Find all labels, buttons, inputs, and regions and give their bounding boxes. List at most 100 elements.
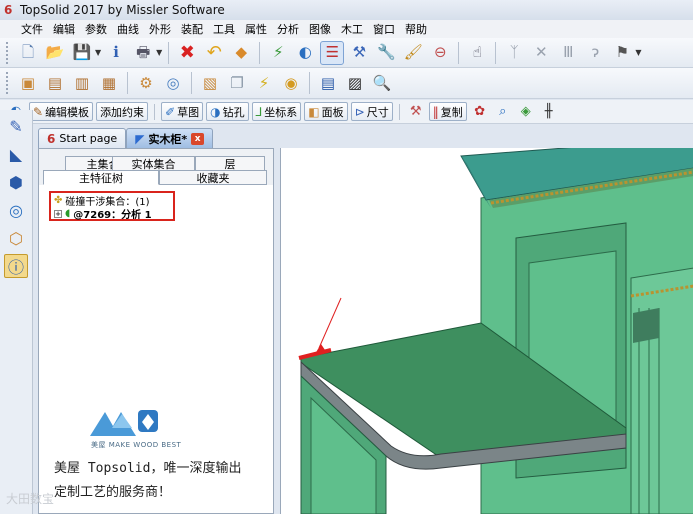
- delete-icon[interactable]: ✖: [175, 41, 199, 65]
- menu-help[interactable]: 帮助: [400, 21, 432, 37]
- flag-tool-icon[interactable]: ⚑: [610, 41, 634, 65]
- save-icon[interactable]: 💾: [70, 41, 94, 65]
- menu-window[interactable]: 窗口: [368, 21, 400, 37]
- drawer-tool-icon[interactable]: ▥: [70, 71, 94, 95]
- sketch-button[interactable]: ✐ 草图: [161, 102, 204, 121]
- assembly-tool-icon[interactable]: ◎: [161, 71, 185, 95]
- list-tool-icon[interactable]: ▤: [316, 71, 340, 95]
- sketch-mode-icon[interactable]: ✎: [4, 114, 28, 138]
- separator: [458, 41, 460, 64]
- document-icon: ◤: [135, 131, 145, 146]
- info-icon[interactable]: ℹ: [104, 41, 128, 65]
- tool-icon[interactable]: ⚒: [406, 102, 426, 121]
- tab-start-page[interactable]: 6 Start page: [38, 128, 127, 148]
- copy-button[interactable]: ‖ 复制: [428, 102, 467, 121]
- app-logo-icon: 6: [4, 3, 13, 17]
- copy-label: 复制: [440, 105, 463, 119]
- collision-set-icon: ✤: [54, 195, 63, 206]
- drill-label: 钻孔: [222, 105, 245, 119]
- menu-attributes[interactable]: 属性: [240, 21, 272, 37]
- menu-assembly[interactable]: 装配: [176, 21, 208, 37]
- print-icon[interactable]: 🖶: [131, 41, 155, 65]
- hammer-icon[interactable]: ⚒: [347, 41, 371, 65]
- menu-shape[interactable]: 外形: [144, 21, 176, 37]
- magnifier-icon[interactable]: ⌕: [493, 102, 513, 121]
- assembly-mode-icon[interactable]: ⬡: [4, 226, 28, 250]
- panel-icon: ◧: [308, 104, 320, 119]
- hatch-tool-icon[interactable]: ▨: [343, 71, 367, 95]
- menu-analysis[interactable]: 分析: [272, 21, 304, 37]
- bars-tool-icon[interactable]: Ⅲ: [556, 41, 580, 65]
- open-folder-icon[interactable]: 📂: [43, 41, 67, 65]
- add-constraint-button[interactable]: 添加约束: [96, 102, 149, 121]
- edge-mode-icon[interactable]: ◣: [4, 142, 28, 166]
- hardware-tool-icon[interactable]: ⚙: [134, 71, 158, 95]
- solid-mode-icon[interactable]: ⬢: [4, 170, 28, 194]
- lamp-tool-icon[interactable]: ◉: [279, 71, 303, 95]
- cylinder-icon[interactable]: ⊖: [428, 41, 452, 65]
- new-file-icon[interactable]: 🗋: [16, 41, 40, 65]
- separator: [398, 103, 400, 120]
- left-tool-bar: ✎ ◣ ⬢ ◎ ⬡ ⓘ: [0, 110, 33, 514]
- wrench-icon[interactable]: 🔧: [374, 41, 398, 65]
- coord-system-button[interactable]: ⅃ 坐标系: [251, 102, 302, 121]
- menu-edit[interactable]: 编辑: [48, 21, 80, 37]
- expand-icon[interactable]: +: [54, 209, 62, 218]
- 3d-viewport[interactable]: [280, 148, 693, 514]
- menu-parameters[interactable]: 参数: [80, 21, 112, 37]
- flash-tool-icon[interactable]: ⚡: [252, 71, 276, 95]
- menu-woodwork[interactable]: 木工: [336, 21, 368, 37]
- tab-active-document[interactable]: ◤ 实木柜* x: [126, 128, 214, 148]
- print-dropdown-icon[interactable]: ▼: [156, 48, 162, 57]
- copy-tool-icon[interactable]: ❐: [225, 71, 249, 95]
- tab-solid-set[interactable]: 实体集合: [112, 156, 195, 171]
- ad-line-2: 定制工艺的服务商！: [54, 485, 172, 500]
- close-tab-icon[interactable]: x: [191, 132, 205, 145]
- window-title: TopSolid 2017 by Missler Software: [20, 3, 225, 17]
- tab-main-tree[interactable]: 主特征树: [43, 170, 159, 185]
- tab-favorites[interactable]: 收藏夹: [159, 170, 267, 185]
- flag-dropdown-icon[interactable]: ▼: [635, 48, 641, 57]
- zoom-tool-icon[interactable]: 🔍: [370, 71, 394, 95]
- surface-mode-icon[interactable]: ◎: [4, 198, 28, 222]
- lightning-icon[interactable]: ⚡: [266, 41, 290, 65]
- cabinet-tool-icon[interactable]: ▤: [43, 71, 67, 95]
- drill-button[interactable]: ◑ 钻孔: [206, 102, 249, 121]
- dimension-icon: ⊳: [354, 104, 365, 119]
- pointer-icon[interactable]: ☝: [465, 41, 489, 65]
- dimension-button[interactable]: ⊳ 尺寸: [350, 102, 393, 121]
- hook-tool-icon[interactable]: ɂ: [583, 41, 607, 65]
- panel-button[interactable]: ◧ 面板: [304, 102, 348, 121]
- edit-template-button[interactable]: ✎ 编辑模板: [29, 102, 94, 121]
- title-bar: 6 TopSolid 2017 by Missler Software: [0, 0, 693, 20]
- box-tool-icon[interactable]: ▣: [16, 71, 40, 95]
- save-dropdown-icon[interactable]: ▼: [95, 48, 101, 57]
- add-constraint-label: 添加约束: [100, 105, 145, 119]
- toolbar-grip[interactable]: [6, 72, 10, 94]
- door-tool-icon[interactable]: ▦: [97, 71, 121, 95]
- toolbar-grip[interactable]: [6, 41, 10, 64]
- brush-icon[interactable]: 🖌: [401, 41, 425, 65]
- separator: [259, 41, 261, 64]
- analysis-icon: ◖: [65, 208, 71, 219]
- menu-curves[interactable]: 曲线: [112, 21, 144, 37]
- woodwork-mode-icon[interactable]: ⓘ: [4, 254, 28, 278]
- feature-toolbar: ◐ ✎编辑模板 添加约束 ✐草图 ◑钻孔 ⅃坐标系 ◧面板 ⊳尺寸 ⚒ ‖复制 …: [0, 100, 693, 124]
- undo-icon[interactable]: ↶: [202, 41, 226, 65]
- curve-tool-icon[interactable]: ᛉ: [502, 41, 526, 65]
- drawing-tool-icon[interactable]: ▧: [198, 71, 222, 95]
- axis-icon[interactable]: ╫: [539, 102, 559, 121]
- tree-row-analysis[interactable]: + ◖ @7269：分析 1: [54, 207, 170, 221]
- brand-logo: [90, 410, 158, 436]
- cross-tool-icon[interactable]: ✕: [529, 41, 553, 65]
- sliders-icon[interactable]: ☰: [320, 40, 345, 65]
- menu-tools[interactable]: 工具: [208, 21, 240, 37]
- shading-icon[interactable]: ◐: [293, 41, 317, 65]
- menu-image[interactable]: 图像: [304, 21, 336, 37]
- separator: [309, 72, 310, 94]
- layer-icon[interactable]: ◈: [516, 102, 536, 121]
- material-icon[interactable]: ✿: [470, 102, 490, 121]
- eraser-icon[interactable]: ◆: [229, 41, 253, 65]
- menu-file[interactable]: 文件: [16, 21, 48, 37]
- panel-label: 面板: [321, 105, 344, 119]
